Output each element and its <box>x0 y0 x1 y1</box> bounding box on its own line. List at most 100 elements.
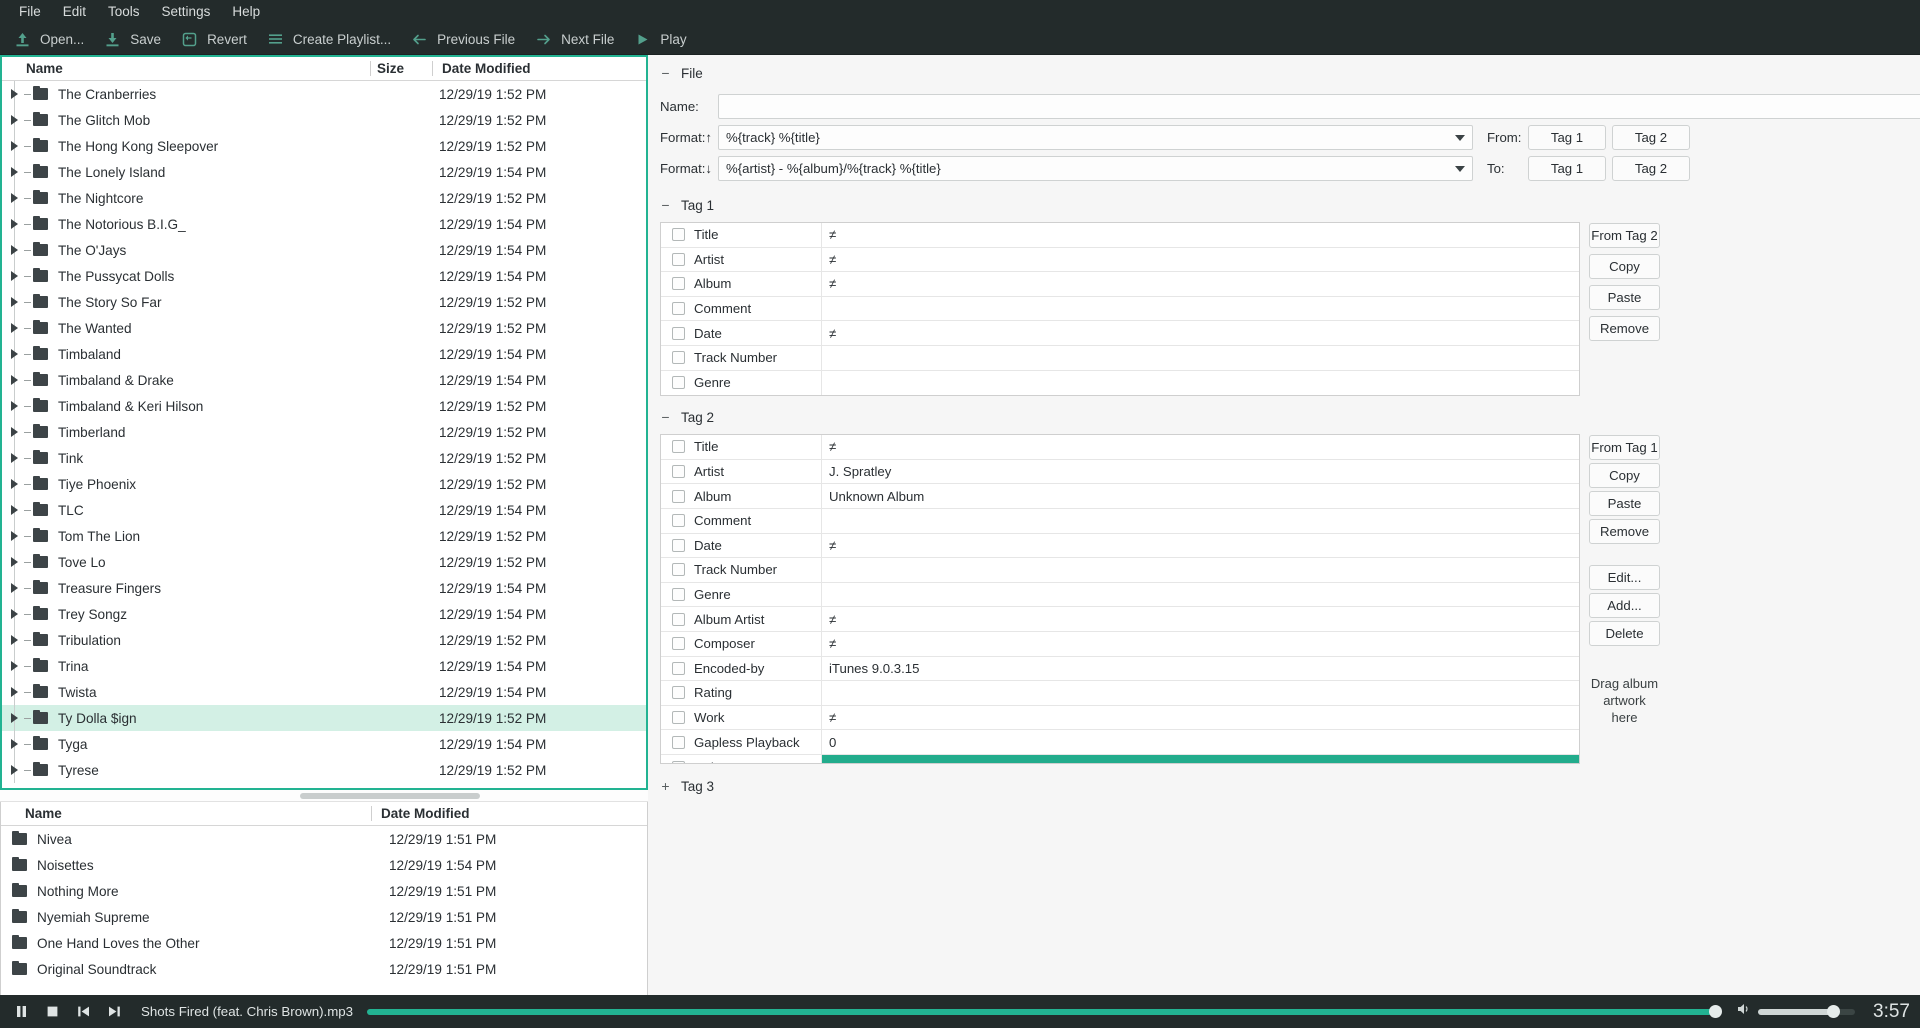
tag-field-checkbox[interactable] <box>672 686 685 699</box>
drag-artwork-hint[interactable]: Drag album artwork here <box>1589 675 1660 726</box>
chevron-down-icon[interactable] <box>1455 166 1465 172</box>
tag-field-checkbox[interactable] <box>672 761 685 764</box>
folder-tree-row[interactable]: Timbaland12/29/19 1:54 PM <box>2 341 646 367</box>
tag-field-row[interactable]: Date≠ <box>661 534 1579 559</box>
folder-tree-view[interactable]: Name Size Date Modified The Cranberries1… <box>0 55 648 790</box>
tag-field-value[interactable]: ≠ <box>822 248 1579 272</box>
from-tag1-button[interactable]: Tag 1 <box>1528 125 1606 150</box>
tag-field-row[interactable]: AlbumUnknown Album <box>661 484 1579 509</box>
tag-field-row[interactable]: Date≠ <box>661 321 1579 346</box>
folder-tree-row[interactable]: The Cranberries12/29/19 1:52 PM <box>2 81 646 107</box>
column-header-date-modified[interactable]: Date Modified <box>432 61 646 76</box>
volume-slider[interactable] <box>1758 1009 1855 1015</box>
tag-field-checkbox[interactable] <box>672 351 685 364</box>
folder-tree-row[interactable]: Tiye Phoenix12/29/19 1:52 PM <box>2 471 646 497</box>
tag-field-checkbox[interactable] <box>672 736 685 749</box>
file-list-row[interactable]: Noisettes12/29/19 1:54 PM <box>1 852 647 878</box>
seek-knob[interactable] <box>1709 1005 1722 1018</box>
tag-field-row[interactable]: Album Artist≠ <box>661 607 1579 632</box>
tag-field-row[interactable]: Track Number <box>661 346 1579 371</box>
tag-field-value[interactable]: ≠ <box>822 755 1579 764</box>
tag-field-row[interactable]: Work≠ <box>661 706 1579 731</box>
tag-field-value[interactable] <box>822 346 1579 370</box>
expand-arrow[interactable] <box>2 739 24 749</box>
tag-field-row[interactable]: Unknown≠ <box>661 755 1579 764</box>
folder-tree-row[interactable]: Trina12/29/19 1:54 PM <box>2 653 646 679</box>
menu-file[interactable]: File <box>8 1 52 23</box>
paste-button[interactable]: Paste <box>1589 285 1660 310</box>
tag-field-checkbox[interactable] <box>672 539 685 552</box>
expand-arrow[interactable] <box>2 661 24 671</box>
tag-field-checkbox[interactable] <box>672 228 685 241</box>
from-tag-1-button[interactable]: From Tag 1 <box>1589 435 1660 460</box>
tag-field-value[interactable]: 0 <box>822 730 1579 754</box>
expand-arrow[interactable] <box>2 271 24 281</box>
chevron-down-icon[interactable] <box>1455 135 1465 141</box>
tag-field-value[interactable] <box>822 558 1579 582</box>
expand-arrow[interactable] <box>2 193 24 203</box>
file-list-row[interactable]: Original Soundtrack12/29/19 1:51 PM <box>1 956 647 982</box>
tag-field-row[interactable]: Comment <box>661 297 1579 322</box>
folder-tree-row[interactable]: The Lonely Island12/29/19 1:54 PM <box>2 159 646 185</box>
tag-field-row[interactable]: Track Number <box>661 558 1579 583</box>
tag-field-checkbox[interactable] <box>672 277 685 290</box>
tag-field-checkbox[interactable] <box>672 514 685 527</box>
format-down-combobox[interactable]: %{artist} - %{album}/%{track} %{title} <box>718 156 1473 181</box>
expand-arrow[interactable] <box>2 635 24 645</box>
tag3-section-header[interactable]: + Tag 3 <box>648 764 1920 804</box>
expand-arrow[interactable] <box>2 167 24 177</box>
seek-slider[interactable] <box>367 1009 1721 1015</box>
tag-field-value[interactable] <box>822 681 1579 705</box>
copy-button[interactable]: Copy <box>1589 463 1660 488</box>
expand-arrow[interactable] <box>2 323 24 333</box>
volume-icon[interactable] <box>1735 1001 1751 1022</box>
tag-field-row[interactable]: Title≠ <box>661 223 1579 248</box>
tag-field-value[interactable]: ≠ <box>822 534 1579 558</box>
folder-tree-row[interactable]: The Notorious B.I.G_12/29/19 1:54 PM <box>2 211 646 237</box>
revert-button[interactable]: Revert <box>173 28 259 51</box>
folder-tree-row[interactable]: The Glitch Mob12/29/19 1:52 PM <box>2 107 646 133</box>
tag-field-row[interactable]: Composer≠ <box>661 632 1579 657</box>
tag-field-checkbox[interactable] <box>672 588 685 601</box>
to-tag2-button[interactable]: Tag 2 <box>1612 156 1690 181</box>
file-section-collapse-icon[interactable]: − <box>660 65 671 81</box>
expand-arrow[interactable] <box>2 609 24 619</box>
folder-tree-row[interactable]: Tyrese12/29/19 1:52 PM <box>2 757 646 783</box>
expand-arrow[interactable] <box>2 115 24 125</box>
tag-field-checkbox[interactable] <box>672 490 685 503</box>
expand-arrow[interactable] <box>2 583 24 593</box>
folder-tree-horizontal-scrollbar[interactable] <box>0 790 648 802</box>
expand-arrow[interactable] <box>2 713 24 723</box>
tag-field-checkbox[interactable] <box>672 376 685 389</box>
expand-arrow[interactable] <box>2 349 24 359</box>
tag-field-row[interactable]: Gapless Playback0 <box>661 730 1579 755</box>
file-column-header-name[interactable]: Name <box>1 806 371 821</box>
tag-field-row[interactable]: Genre <box>661 583 1579 608</box>
expand-arrow[interactable] <box>2 245 24 255</box>
file-list-row[interactable]: Nothing More12/29/19 1:51 PM <box>1 878 647 904</box>
file-section-header[interactable]: − File <box>648 55 1920 91</box>
column-header-size[interactable]: Size <box>370 61 432 76</box>
file-column-header-date-modified[interactable]: Date Modified <box>371 806 647 821</box>
folder-tree-row[interactable]: The Nightcore12/29/19 1:52 PM <box>2 185 646 211</box>
tag2-collapse-icon[interactable]: − <box>660 409 671 425</box>
previous-track-button[interactable] <box>68 996 99 1027</box>
scrollbar-thumb[interactable] <box>300 793 480 799</box>
folder-tree-row[interactable]: Tove Lo12/29/19 1:52 PM <box>2 549 646 575</box>
tag-field-checkbox[interactable] <box>672 662 685 675</box>
expand-arrow[interactable] <box>2 557 24 567</box>
file-list-row[interactable]: Nivea12/29/19 1:51 PM <box>1 826 647 852</box>
previous-file-button[interactable]: Previous File <box>403 28 527 51</box>
tag-field-row[interactable]: Album≠ <box>661 272 1579 297</box>
paste-button[interactable]: Paste <box>1589 491 1660 516</box>
tag-field-row[interactable]: Rating <box>661 681 1579 706</box>
tag-field-checkbox[interactable] <box>672 440 685 453</box>
tag2-section-header[interactable]: − Tag 2 <box>648 396 1920 434</box>
expand-arrow[interactable] <box>2 765 24 775</box>
tag3-expand-icon[interactable]: + <box>660 778 671 794</box>
expand-arrow[interactable] <box>2 427 24 437</box>
to-tag1-button[interactable]: Tag 1 <box>1528 156 1606 181</box>
file-list-row[interactable]: Nyemiah Supreme12/29/19 1:51 PM <box>1 904 647 930</box>
create-playlist-button[interactable]: Create Playlist... <box>259 28 403 51</box>
menu-settings[interactable]: Settings <box>151 1 222 23</box>
